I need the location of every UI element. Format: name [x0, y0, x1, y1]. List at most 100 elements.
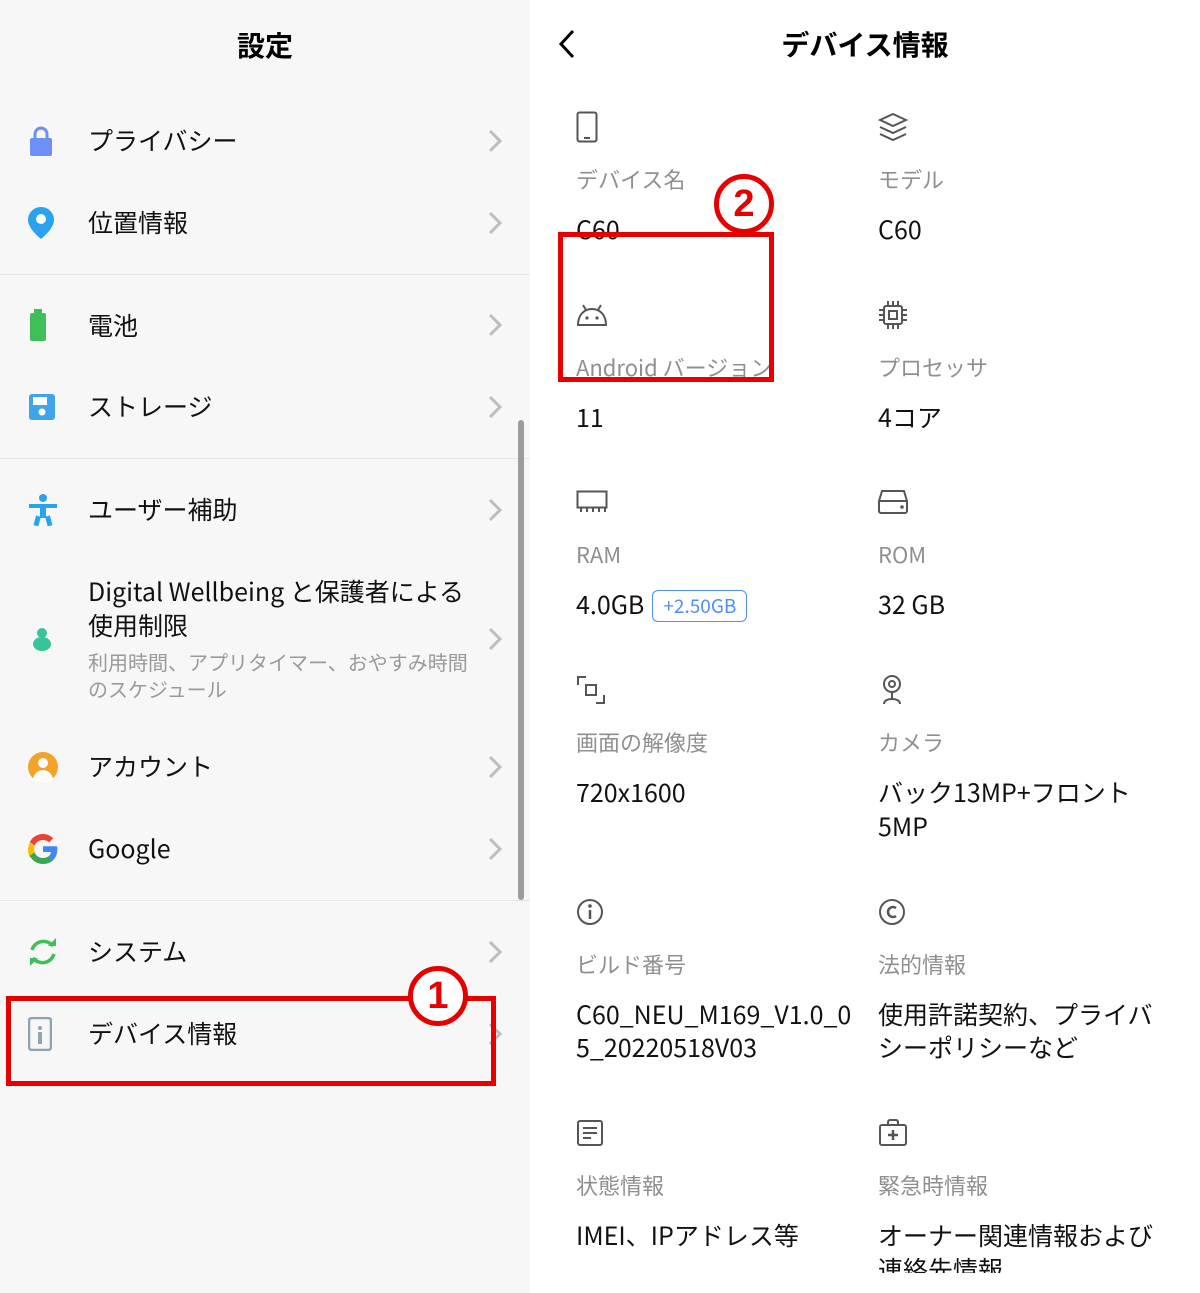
device-info-header: デバイス情報: [530, 0, 1200, 89]
cell-label: プロセッサ: [878, 351, 1160, 383]
cell-value: IMEI、IPアドレス等: [576, 1219, 858, 1253]
chevron-right-icon: [488, 755, 502, 779]
sync-icon: [28, 937, 88, 967]
row-location[interactable]: 位置情報: [0, 182, 530, 264]
cell-label: モデル: [878, 163, 1160, 195]
row-wellbeing[interactable]: Digital Wellbeing と保護者による使用制限 利用時間、アプリタイ…: [0, 551, 530, 727]
row-accessibility[interactable]: ユーザー補助: [0, 469, 530, 551]
chevron-right-icon: [488, 498, 502, 522]
row-label: ユーザー補助: [88, 493, 470, 527]
list-icon: [576, 1115, 858, 1151]
chevron-right-icon: [488, 940, 502, 964]
row-label: Digital Wellbeing と保護者による使用制限: [88, 575, 470, 643]
camera-icon: [878, 672, 1160, 708]
cell-value: 720x1600: [576, 776, 858, 810]
row-device-info[interactable]: デバイス情報: [0, 993, 530, 1075]
cell-ram[interactable]: RAM 4.0GB+2.50GB: [576, 484, 858, 622]
chevron-right-icon: [488, 837, 502, 861]
ram-extra-badge: +2.50GB: [652, 590, 747, 622]
account-icon: [28, 752, 88, 782]
cell-value: 使用許諾契約、プライバシーポリシーなど: [878, 998, 1160, 1066]
save-icon: [28, 393, 88, 421]
cell-label: デバイス名: [576, 163, 858, 195]
android-icon: [576, 297, 858, 333]
settings-list[interactable]: プライバシー 位置情報 電池: [0, 90, 530, 1085]
resolution-icon: [576, 672, 858, 708]
info-icon: [576, 894, 858, 930]
phone-info-icon: [28, 1017, 88, 1051]
row-google[interactable]: Google: [0, 808, 530, 890]
cell-processor[interactable]: プロセッサ 4コア: [878, 297, 1160, 435]
cell-rom[interactable]: ROM 32 GB: [878, 484, 1160, 622]
row-storage[interactable]: ストレージ: [0, 366, 530, 448]
location-pin-icon: [28, 207, 88, 239]
wellbeing-icon: [28, 625, 88, 653]
cell-value: C60: [576, 213, 858, 247]
cell-status[interactable]: 状態情報 IMEI、IPアドレス等: [576, 1115, 858, 1273]
chevron-right-icon: [488, 313, 502, 337]
row-label: システム: [88, 935, 470, 969]
copyright-icon: [878, 894, 1160, 930]
chevron-right-icon: [488, 129, 502, 153]
chevron-right-icon: [488, 1022, 502, 1046]
cell-label: ROM: [878, 538, 1160, 570]
accessibility-icon: [28, 494, 88, 526]
chevron-right-icon: [488, 211, 502, 235]
chevron-right-icon: [488, 395, 502, 419]
settings-header: 設定: [0, 0, 530, 90]
lock-icon: [28, 126, 88, 156]
chevron-right-icon: [488, 627, 502, 651]
row-label: 電池: [88, 309, 470, 343]
cell-value: 4.0GB+2.50GB: [576, 588, 858, 622]
cpu-icon: [878, 297, 1160, 333]
cell-label: 状態情報: [576, 1169, 858, 1201]
row-system[interactable]: システム: [0, 911, 530, 993]
cell-device-name[interactable]: デバイス名 C60: [576, 109, 858, 247]
cell-value: バック13MP+フロント5MP: [878, 776, 1160, 844]
phone-icon: [576, 109, 858, 145]
row-label: プライバシー: [88, 124, 470, 158]
row-battery[interactable]: 電池: [0, 285, 530, 367]
row-label: デバイス情報: [88, 1017, 470, 1051]
back-button[interactable]: [558, 29, 576, 59]
cell-model[interactable]: モデル C60: [878, 109, 1160, 247]
row-label: Google: [88, 832, 470, 866]
layers-icon: [878, 109, 1160, 145]
settings-title: 設定: [237, 25, 293, 65]
cell-legal[interactable]: 法的情報 使用許諾契約、プライバシーポリシーなど: [878, 894, 1160, 1066]
cell-value: 11: [576, 401, 858, 435]
cell-value: 32 GB: [878, 588, 1160, 622]
cell-label: Android バージョン: [576, 351, 858, 383]
row-label: 位置情報: [88, 206, 470, 240]
cell-label: 画面の解像度: [576, 726, 858, 758]
cell-value: C60_NEU_M169_V1.0_05_20220518V03: [576, 998, 858, 1066]
device-info-panel: デバイス情報 デバイス名 C60 モデル C60 Android バージョン 1…: [530, 0, 1200, 1293]
row-label: ストレージ: [88, 390, 470, 424]
cell-emergency[interactable]: 緊急時情報 オーナー関連情報および連絡先情報: [878, 1115, 1160, 1273]
cell-android-version[interactable]: Android バージョン 11: [576, 297, 858, 435]
battery-icon: [28, 309, 88, 341]
cell-label: RAM: [576, 538, 858, 570]
google-icon: [28, 834, 88, 864]
device-info-title: デバイス情報: [781, 24, 948, 64]
cell-resolution[interactable]: 画面の解像度 720x1600: [576, 672, 858, 844]
row-sublabel: 利用時間、アプリタイマー、おやすみ時間のスケジュール: [88, 648, 470, 702]
ram-icon: [576, 484, 858, 520]
cell-value: 4コア: [878, 401, 1160, 435]
cell-label: ビルド番号: [576, 948, 858, 980]
medical-icon: [878, 1115, 1160, 1151]
row-account[interactable]: アカウント: [0, 726, 530, 808]
cell-label: 緊急時情報: [878, 1169, 1160, 1201]
cell-build[interactable]: ビルド番号 C60_NEU_M169_V1.0_05_20220518V03: [576, 894, 858, 1066]
device-info-grid: デバイス名 C60 モデル C60 Android バージョン 11 プロセッサ…: [530, 89, 1200, 1273]
cell-label: カメラ: [878, 726, 1160, 758]
scrollbar[interactable]: [518, 420, 524, 900]
storage-icon: [878, 484, 1160, 520]
cell-value: C60: [878, 213, 1160, 247]
cell-value: オーナー関連情報および連絡先情報: [878, 1219, 1160, 1273]
cell-camera[interactable]: カメラ バック13MP+フロント5MP: [878, 672, 1160, 844]
row-privacy[interactable]: プライバシー: [0, 100, 530, 182]
row-label: アカウント: [88, 750, 470, 784]
cell-label: 法的情報: [878, 948, 1160, 980]
settings-panel: 設定 プライバシー 位置情報: [0, 0, 530, 1293]
